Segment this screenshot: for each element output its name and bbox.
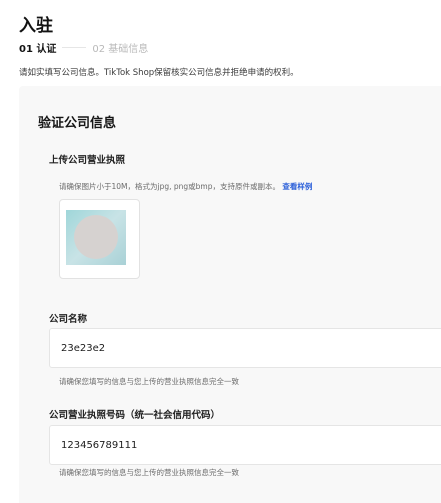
page-title: 入驻 bbox=[19, 16, 53, 36]
upload-hint: 请确保图片小于10M，格式为jpg, png或bmp，支持原件或副本。 查看样例 bbox=[59, 181, 312, 192]
license-number-input[interactable]: 123456789111 bbox=[49, 425, 441, 465]
notice-text: 请如实填写公司信息。TikTok Shop保留核实公司信息并拒绝申请的权利。 bbox=[19, 68, 299, 78]
section-title: 验证公司信息 bbox=[38, 116, 117, 131]
license-thumbnail[interactable] bbox=[66, 210, 126, 265]
license-number-label: 公司营业执照号码（统一社会信用代码） bbox=[49, 410, 221, 421]
company-name-hint: 请确保您填写的信息与您上传的营业执照信息完全一致 bbox=[59, 377, 239, 386]
thumbnail-image-content bbox=[74, 215, 118, 259]
upload-hint-text: 请确保图片小于10M，格式为jpg, png或bmp，支持原件或副本。 bbox=[59, 182, 280, 191]
step-divider bbox=[62, 47, 87, 48]
license-number-value: 123456789111 bbox=[61, 439, 138, 451]
company-name-label: 公司名称 bbox=[49, 314, 88, 325]
step-basic-info[interactable]: 02 基础信息 bbox=[92, 40, 148, 55]
step-verification[interactable]: 01 认证 bbox=[19, 40, 56, 55]
company-name-value: 23e23e2 bbox=[61, 342, 106, 354]
step-indicator: 01 认证 02 基础信息 bbox=[19, 40, 148, 55]
license-number-hint: 请确保您填写的信息与您上传的营业执照信息完全一致 bbox=[59, 468, 239, 477]
license-upload-box[interactable] bbox=[59, 199, 140, 279]
view-sample-link[interactable]: 查看样例 bbox=[282, 182, 312, 191]
company-name-input[interactable]: 23e23e2 bbox=[49, 328, 441, 368]
upload-license-label: 上传公司营业执照 bbox=[49, 155, 126, 166]
